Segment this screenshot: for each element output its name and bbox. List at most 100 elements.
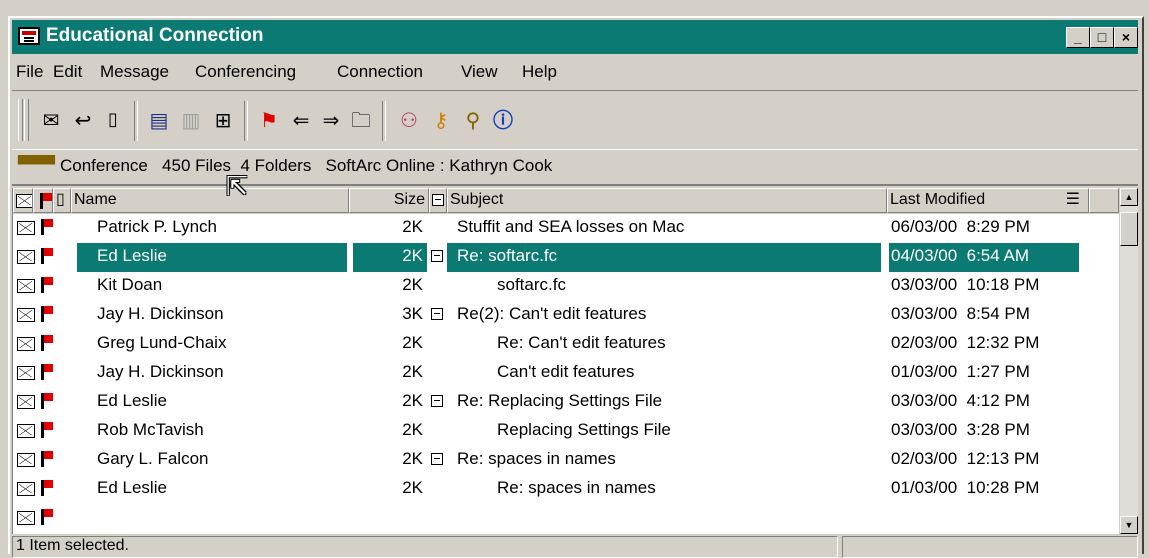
menu-help[interactable]: Help	[522, 62, 557, 82]
collapse-icon[interactable]	[431, 308, 443, 320]
table-row[interactable]: Ed Leslie 2K Re: spaces in names 01/03/00 1…	[13, 475, 1119, 504]
users-key-icon[interactable]: ⚷	[428, 107, 454, 133]
table-row[interactable]: Gary L. Falcon 2K Re: spaces in names 02/03…	[13, 446, 1119, 475]
flag-icon[interactable]	[41, 306, 53, 322]
list-header: ▯ Name Size Subject Last Modified ☰	[13, 188, 1119, 214]
users-add-icon[interactable]: ⚇	[396, 107, 422, 133]
window-title: Educational Connection	[46, 25, 264, 46]
flag-icon[interactable]	[41, 248, 53, 264]
table-row[interactable]: Ed Leslie 2K Re: softarc.fc 04/03/00 6:54 A…	[13, 243, 1119, 272]
vertical-scrollbar[interactable]: ▲ ▼	[1120, 188, 1138, 534]
collapse-icon[interactable]	[431, 250, 443, 262]
collapse-icon[interactable]	[431, 453, 443, 465]
table-row-partial[interactable]	[13, 504, 1119, 533]
row-size: 2K	[402, 333, 423, 352]
menu-edit[interactable]: Edit	[53, 62, 82, 82]
delete-icon[interactable]: ▥	[178, 107, 204, 133]
column-read-status[interactable]	[13, 188, 33, 213]
menu-view[interactable]: View	[461, 62, 498, 82]
envelope-icon	[17, 424, 35, 438]
maximize-button[interactable]: □	[1090, 27, 1114, 48]
flag-icon[interactable]	[41, 277, 53, 293]
next-icon[interactable]: ⇒	[318, 107, 344, 133]
row-subject: Re(2): Can't edit features	[457, 304, 647, 323]
row-last-modified: 03/03/00 4:12 PM	[891, 391, 1030, 410]
new-message-icon[interactable]: ✉	[38, 107, 64, 133]
status-text: 1 Item selected.	[12, 536, 838, 558]
flag-icon[interactable]	[41, 509, 53, 525]
toolbar-separator	[134, 101, 138, 141]
flag-icon[interactable]	[41, 422, 53, 438]
title-bar[interactable]: Educational Connection _ □ ×	[12, 20, 1138, 54]
table-row[interactable]: Rob McTavish 2K Replacing Settings File 03/…	[13, 417, 1119, 446]
row-size: 2K	[402, 217, 423, 236]
row-last-modified: 02/03/00 12:13 PM	[891, 449, 1040, 468]
row-subject: Can't edit features	[497, 362, 635, 381]
menu-connection[interactable]: Connection	[337, 62, 423, 82]
column-size[interactable]: Size	[349, 188, 429, 213]
toolbar-grip-2[interactable]	[24, 99, 29, 141]
row-name: Kit Doan	[97, 275, 163, 294]
flag-icon[interactable]	[41, 393, 53, 409]
close-button[interactable]: ×	[1114, 27, 1138, 48]
row-subject: Re: softarc.fc	[457, 246, 558, 265]
toolbar-separator	[382, 101, 386, 141]
row-size: 2K	[402, 449, 423, 468]
sort-descending-icon: ☰	[1065, 191, 1080, 208]
column-name[interactable]: Name	[71, 188, 349, 213]
row-name: Ed Leslie	[97, 246, 167, 265]
message-list[interactable]: ▯ Name Size Subject Last Modified ☰ Patri…	[12, 188, 1119, 534]
row-size: 2K	[402, 246, 423, 265]
column-last-modified[interactable]: Last Modified ☰	[887, 188, 1089, 213]
flag-icon[interactable]	[41, 335, 53, 351]
flag-icon[interactable]	[41, 219, 53, 235]
status-bar: 1 Item selected.	[12, 536, 1138, 558]
thread-icon[interactable]: ⊞	[210, 107, 236, 133]
row-subject: Stuffit and SEA losses on Mac	[457, 217, 685, 236]
column-flag[interactable]	[33, 188, 53, 213]
row-size: 2K	[402, 391, 423, 410]
table-row[interactable]: Kit Doan 2K softarc.fc 03/03/00 10:18 PM	[13, 272, 1119, 301]
table-row[interactable]: Greg Lund-Chaix 2K Re: Can't edit features…	[13, 330, 1119, 359]
row-name: Jay H. Dickinson	[97, 304, 224, 323]
minimize-button[interactable]: _	[1066, 27, 1090, 48]
scroll-up-button[interactable]: ▲	[1120, 188, 1138, 206]
table-row[interactable]: Patrick P. Lynch 2K Stuffit and SEA losses…	[13, 214, 1119, 243]
table-row[interactable]: Ed Leslie 2K Re: Replacing Settings File 03…	[13, 388, 1119, 417]
next-flag-icon[interactable]: ⚑	[256, 107, 282, 133]
row-size: 2K	[402, 362, 423, 381]
row-subject: Re: Can't edit features	[497, 333, 666, 352]
envelope-header-icon	[16, 194, 32, 208]
collapse-icon	[432, 194, 444, 206]
flag-icon[interactable]	[41, 364, 53, 380]
column-subject[interactable]: Subject	[447, 188, 887, 213]
column-attachment[interactable]: ▯	[53, 188, 71, 213]
toolbar-grip[interactable]	[18, 99, 23, 141]
row-last-modified: 06/03/00 8:29 PM	[891, 217, 1030, 236]
info-icon[interactable]: ⓘ	[490, 107, 516, 133]
flag-icon[interactable]	[41, 451, 53, 467]
menu-message[interactable]: Message	[100, 62, 169, 82]
row-subject: Re: spaces in names	[457, 449, 616, 468]
open-folder-icon[interactable]: 🗀	[348, 107, 374, 133]
flag-icon[interactable]	[41, 480, 53, 496]
menu-file[interactable]: File	[16, 62, 43, 82]
previous-icon[interactable]: ⇐	[288, 107, 314, 133]
row-last-modified: 01/03/00 10:28 PM	[891, 478, 1040, 497]
table-row[interactable]: Jay H. Dickinson 3K Re(2): Can't edit feat…	[13, 301, 1119, 330]
scroll-thumb[interactable]	[1120, 212, 1138, 246]
save-icon[interactable]: ▤	[146, 107, 172, 133]
collapse-icon[interactable]	[431, 395, 443, 407]
menu-conferencing[interactable]: Conferencing	[195, 62, 296, 82]
column-thread-toggle[interactable]	[429, 188, 447, 213]
envelope-icon	[17, 221, 35, 235]
search-icon[interactable]: ⚲	[460, 107, 486, 133]
table-row[interactable]: Jay H. Dickinson 2K Can't edit features 01/…	[13, 359, 1119, 388]
app-icon[interactable]	[18, 27, 40, 45]
envelope-icon	[17, 511, 35, 525]
reply-icon[interactable]: ↩	[70, 107, 96, 133]
scroll-down-button[interactable]: ▼	[1120, 516, 1138, 534]
row-size: 2K	[402, 478, 423, 497]
column-spare	[1089, 188, 1119, 213]
new-document-icon[interactable]: ▯	[100, 107, 126, 133]
